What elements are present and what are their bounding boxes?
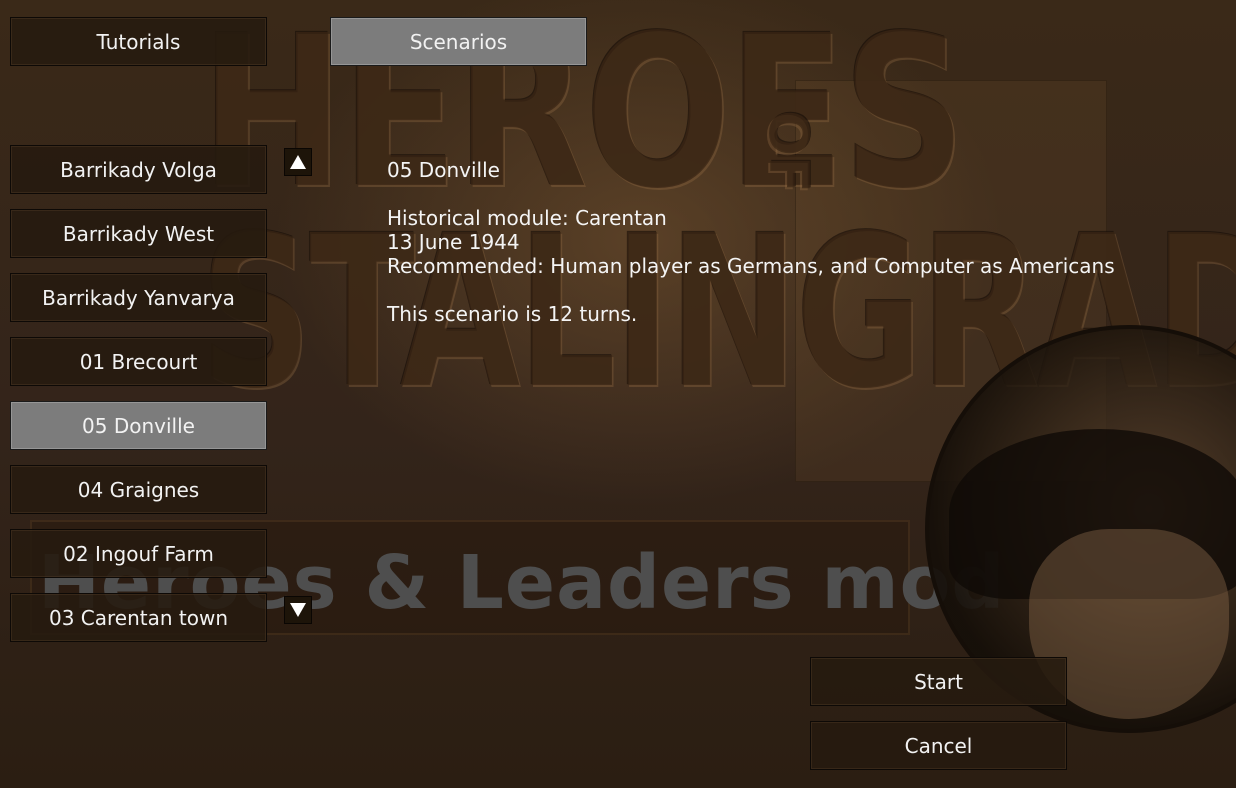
triangle-down-icon (290, 603, 306, 617)
scenario-recommendation: Recommended: Human player as Germans, an… (387, 254, 1115, 278)
scenario-item[interactable]: 01 Brecourt (10, 337, 267, 386)
start-button[interactable]: Start (810, 657, 1067, 706)
scenario-module: Historical module: Carentan (387, 206, 667, 230)
scenario-item-selected[interactable]: 05 Donville (10, 401, 267, 450)
tutorials-tab[interactable]: Tutorials (10, 17, 267, 66)
scenarios-tab[interactable]: Scenarios (330, 17, 587, 66)
scroll-up-button[interactable] (284, 148, 312, 176)
scenario-date: 13 June 1944 (387, 230, 520, 254)
scenario-select-screen: HEROES OF STALINGRAD Heroes & Leaders mo… (0, 0, 1236, 788)
scenario-item[interactable]: 03 Carentan town (10, 593, 267, 642)
scenario-item[interactable]: 02 Ingouf Farm (10, 529, 267, 578)
scenario-turns: This scenario is 12 turns. (387, 302, 638, 326)
scenario-item[interactable]: 04 Graignes (10, 465, 267, 514)
portrait-helmet (949, 429, 1236, 599)
scenario-item[interactable]: Barrikady Yanvarya (10, 273, 267, 322)
scenario-item[interactable]: Barrikady Volga (10, 145, 267, 194)
scenario-description: 05 Donville Historical module: Carentan … (387, 158, 1115, 326)
scroll-down-button[interactable] (284, 596, 312, 624)
cancel-button[interactable]: Cancel (810, 721, 1067, 770)
scenario-name: 05 Donville (387, 158, 500, 182)
triangle-up-icon (290, 155, 306, 169)
scenario-item[interactable]: Barrikady West (10, 209, 267, 258)
